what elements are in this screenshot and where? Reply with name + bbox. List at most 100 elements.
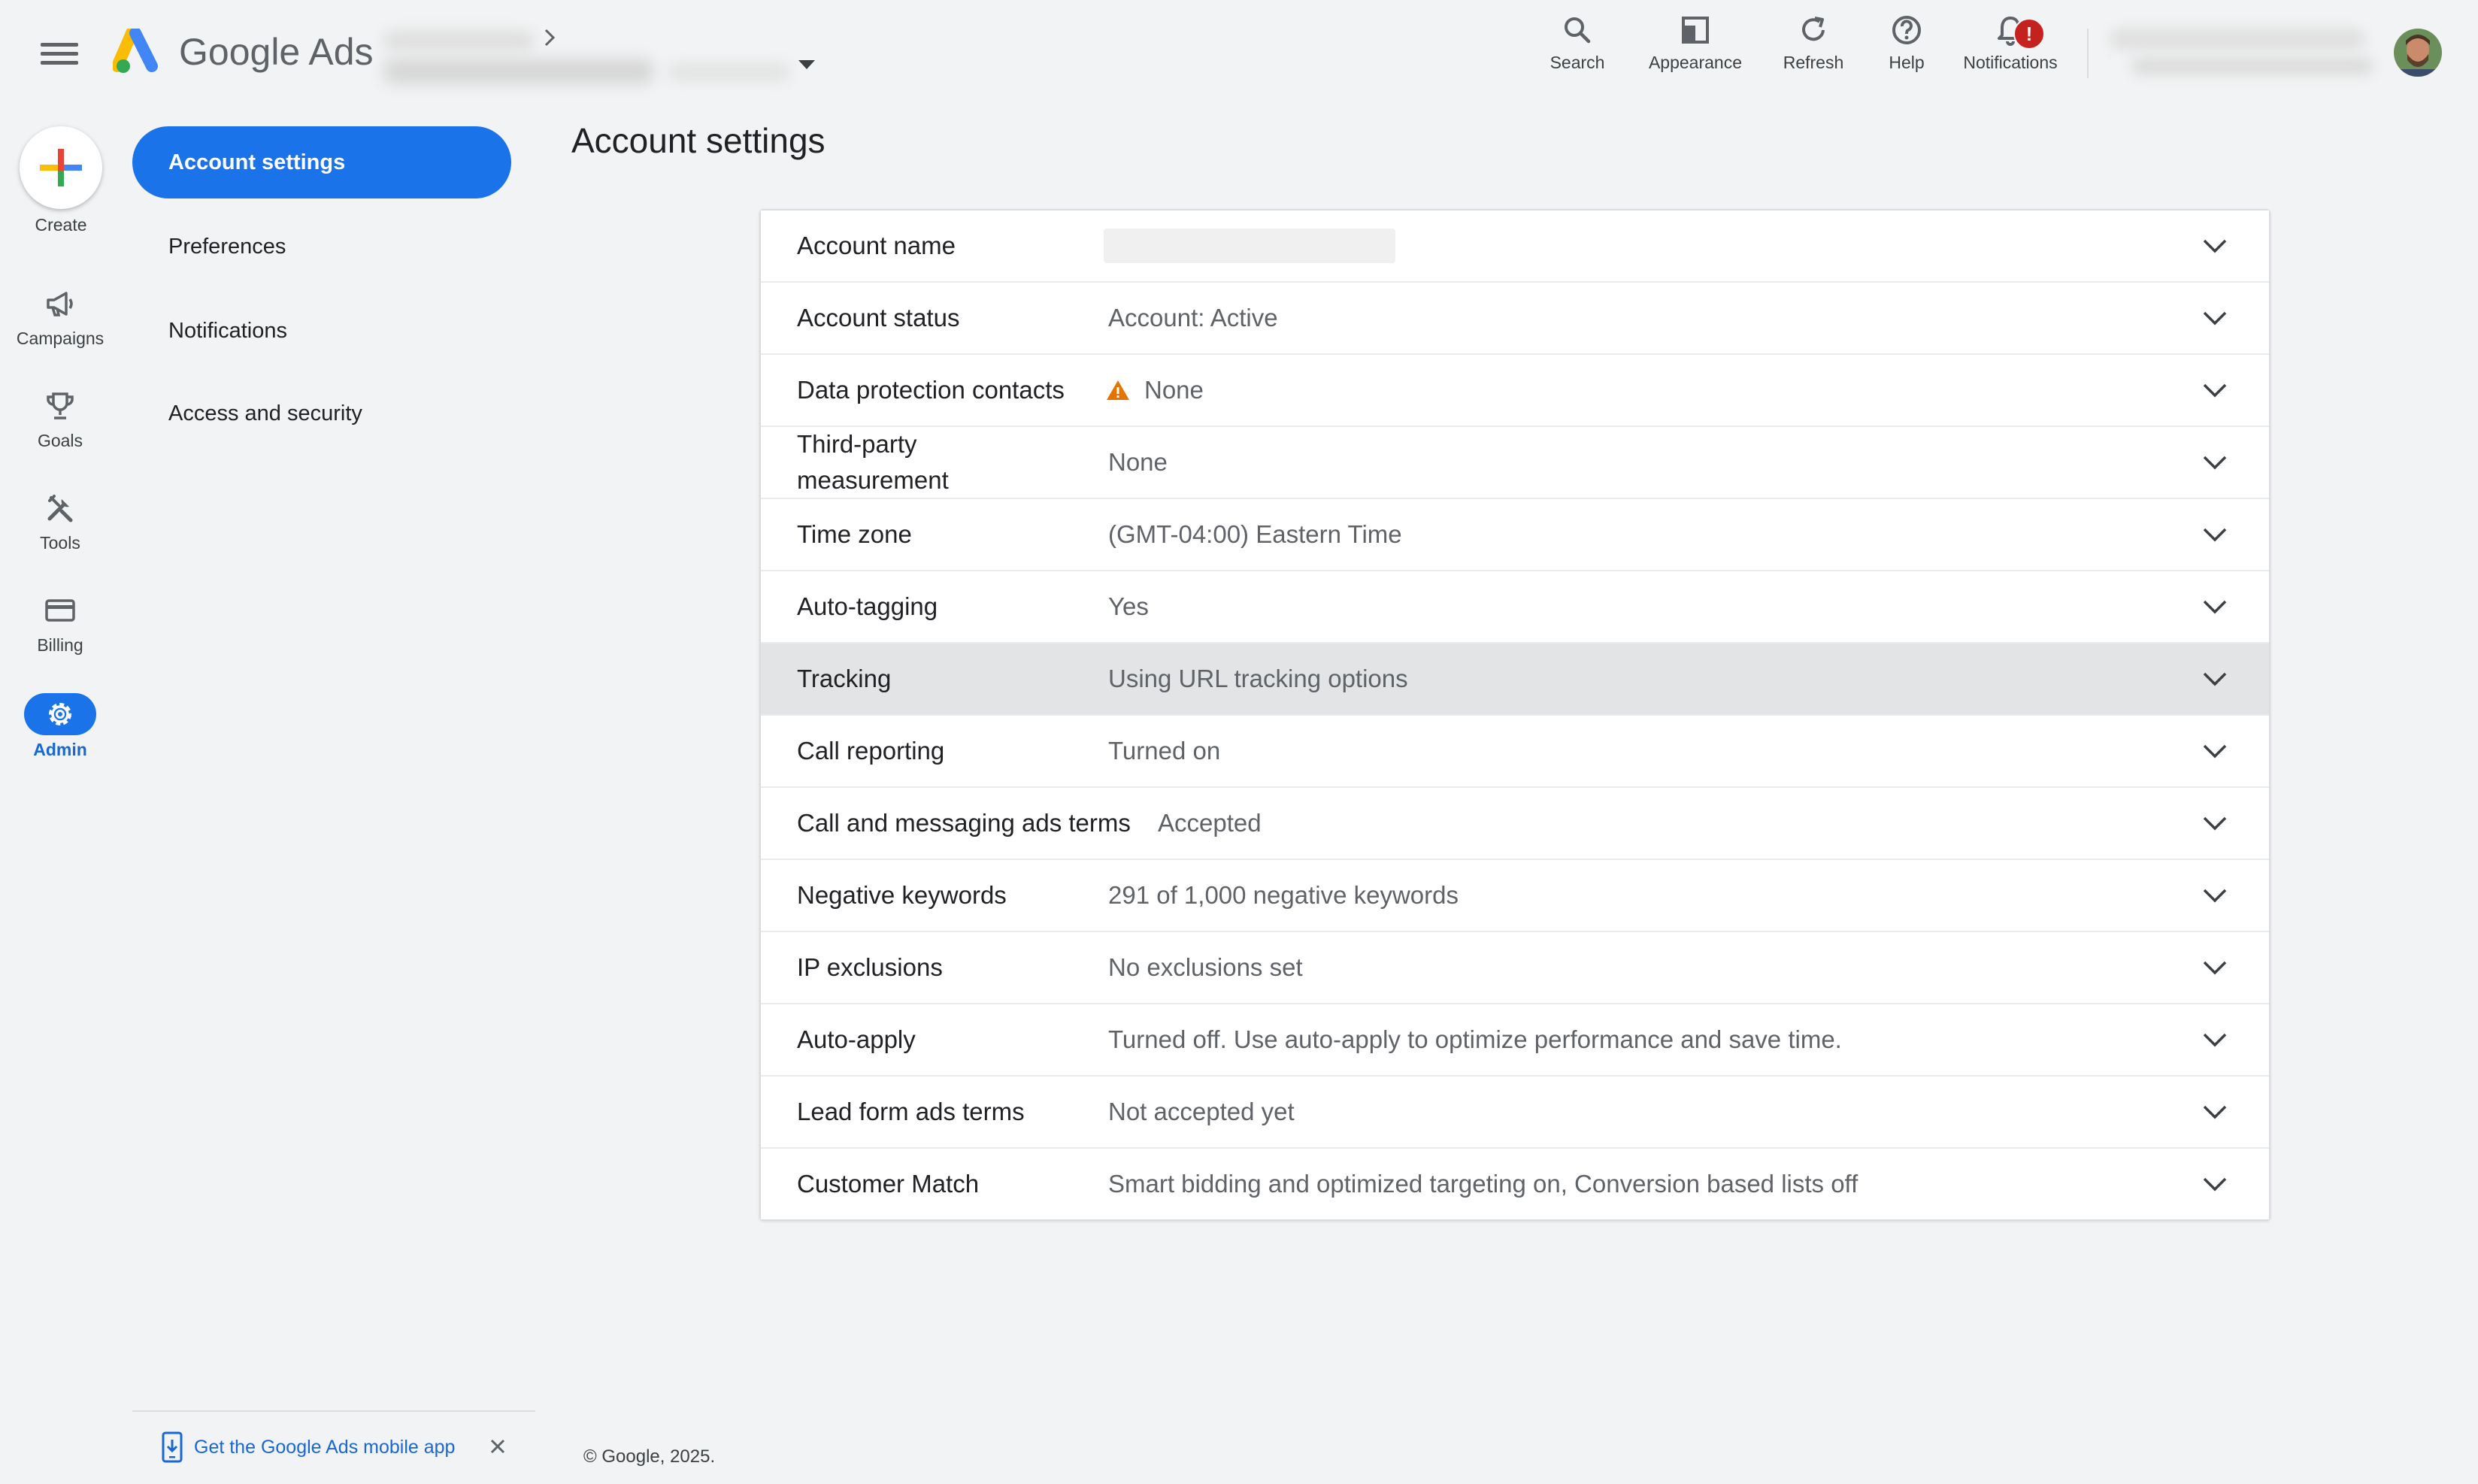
row-label: Auto-apply	[797, 1025, 916, 1053]
row-value: Turned off. Use auto-apply to optimize p…	[1108, 1025, 1842, 1053]
chevron-down-icon	[2203, 1105, 2227, 1119]
settings-row-call-messaging-terms[interactable]: Call and messaging ads terms Accepted	[761, 788, 2269, 860]
chevron-down-icon	[2203, 311, 2227, 326]
footer-divider	[132, 1410, 535, 1412]
chevron-down-icon	[2203, 889, 2227, 903]
notifications-button[interactable]: ! Notifications	[1953, 14, 2068, 89]
campaigns-label: Campaigns	[16, 329, 105, 348]
account-dropdown-arrow[interactable]	[798, 60, 815, 69]
help-label: Help	[1889, 53, 1925, 72]
chevron-down-icon	[2203, 816, 2227, 831]
chevron-down-icon	[2203, 239, 2227, 253]
account-selector-blurred[interactable]	[376, 26, 797, 93]
row-label: Account name	[797, 232, 956, 259]
row-value: (GMT-04:00) Eastern Time	[1108, 520, 1402, 548]
settings-row-auto-tagging[interactable]: Auto-tagging Yes	[761, 571, 2269, 644]
notifications-badge: !	[2013, 18, 2045, 50]
subnav-account-settings[interactable]: Account settings	[132, 126, 511, 198]
subnav-notifications[interactable]: Notifications	[132, 295, 511, 367]
chevron-down-icon	[2203, 961, 2227, 975]
toolbar-divider	[2087, 29, 2089, 78]
refresh-button[interactable]: Refresh	[1776, 14, 1851, 89]
chevron-down-icon	[2203, 456, 2227, 470]
row-value: None	[1144, 376, 1204, 404]
subnav-access-security-label: Access and security	[168, 401, 362, 426]
appearance-label: Appearance	[1648, 53, 1743, 72]
close-icon[interactable]	[487, 1436, 508, 1457]
account-name-redacted	[1104, 229, 1395, 263]
subnav-notifications-label: Notifications	[168, 319, 287, 343]
search-label: Search	[1550, 53, 1605, 72]
row-label: IP exclusions	[797, 953, 943, 981]
settings-row-account-status[interactable]: Account status Account: Active	[761, 283, 2269, 355]
trophy-icon	[47, 392, 74, 419]
brand-name[interactable]: Google Ads	[179, 30, 374, 74]
row-value: Yes	[1108, 592, 1149, 620]
tools-label: Tools	[40, 533, 80, 553]
tools-icon	[47, 495, 73, 522]
refresh-icon	[1802, 17, 1825, 41]
brand-ads: Ads	[308, 31, 374, 73]
settings-row-account-name[interactable]: Account name	[761, 210, 2269, 283]
billing-label: Billing	[37, 635, 83, 655]
row-label: Auto-tagging	[797, 592, 938, 620]
settings-row-lead-form-terms[interactable]: Lead form ads terms Not accepted yet	[761, 1077, 2269, 1149]
row-value: No exclusions set	[1108, 953, 1303, 981]
rail-item-campaigns[interactable]: Campaigns	[0, 287, 120, 349]
chevron-right-icon	[544, 29, 556, 47]
row-label: Negative keywords	[797, 881, 1007, 909]
chevron-down-icon	[2203, 383, 2227, 398]
settings-row-data-protection-contacts[interactable]: Data protection contacts None	[761, 355, 2269, 427]
create-button[interactable]	[20, 126, 102, 209]
page-title: Account settings	[571, 121, 825, 160]
row-value: Using URL tracking options	[1108, 665, 1408, 692]
subnav-account-settings-label: Account settings	[168, 150, 346, 174]
appearance-button[interactable]: Appearance	[1639, 14, 1752, 89]
rail-item-admin[interactable]: Admin	[0, 693, 120, 760]
row-value: Accepted	[1158, 809, 1262, 837]
settings-row-tracking[interactable]: Tracking Using URL tracking options	[761, 644, 2269, 716]
row-label: Data protection contacts	[797, 376, 1065, 404]
settings-row-auto-apply[interactable]: Auto-apply Turned off. Use auto-apply to…	[761, 1004, 2269, 1077]
megaphone-icon	[47, 292, 73, 316]
subnav-preferences-label: Preferences	[168, 235, 286, 259]
mobile-app-link[interactable]: Get the Google Ads mobile app	[161, 1431, 455, 1463]
google-ads-logo-icon	[113, 29, 158, 73]
copyright: © Google, 2025.	[583, 1446, 716, 1467]
user-info-blurred[interactable]	[2110, 26, 2380, 80]
gear-icon	[49, 703, 71, 725]
rail-item-goals[interactable]: Goals	[0, 389, 120, 451]
chevron-down-icon	[2203, 1177, 2227, 1192]
main-menu-button[interactable]	[41, 38, 78, 71]
row-value: Smart bidding and optimized targeting on…	[1108, 1170, 1858, 1198]
help-button[interactable]: Help	[1877, 14, 1937, 89]
settings-row-ip-exclusions[interactable]: IP exclusions No exclusions set	[761, 932, 2269, 1004]
search-button[interactable]: Search	[1541, 14, 1613, 89]
credit-card-icon	[45, 599, 75, 622]
chevron-down-icon	[2203, 672, 2227, 686]
settings-row-time-zone[interactable]: Time zone (GMT-04:00) Eastern Time	[761, 499, 2269, 571]
settings-row-call-reporting[interactable]: Call reporting Turned on	[761, 716, 2269, 788]
goals-label: Goals	[37, 431, 83, 450]
warning-icon	[1107, 380, 1129, 400]
rail-item-billing[interactable]: Billing	[0, 594, 120, 656]
chevron-down-icon	[2203, 528, 2227, 542]
subnav-preferences[interactable]: Preferences	[132, 210, 511, 283]
settings-card: Account name Account status Account: Act…	[759, 209, 2270, 1221]
brand-google: Google	[179, 31, 301, 73]
settings-row-customer-match[interactable]: Customer Match Smart bidding and optimiz…	[761, 1149, 2269, 1219]
top-bar: Google Ads Search Appearance Refresh Hel…	[0, 0, 2478, 113]
settings-row-negative-keywords[interactable]: Negative keywords 291 of 1,000 negative …	[761, 860, 2269, 932]
row-value: None	[1108, 448, 1168, 476]
chevron-down-icon	[2203, 600, 2227, 614]
row-value: Account: Active	[1108, 304, 1278, 332]
search-icon	[1565, 17, 1591, 44]
avatar[interactable]	[2394, 29, 2442, 77]
rail-item-tools[interactable]: Tools	[0, 492, 120, 553]
settings-row-third-party-measurement[interactable]: Third-party measurement None	[761, 427, 2269, 499]
row-label: Tracking	[797, 665, 892, 692]
row-label: Time zone	[797, 520, 912, 548]
create-label: Create	[35, 215, 87, 235]
subnav-access-security[interactable]: Access and security	[132, 377, 511, 450]
row-label: Account status	[797, 304, 960, 332]
